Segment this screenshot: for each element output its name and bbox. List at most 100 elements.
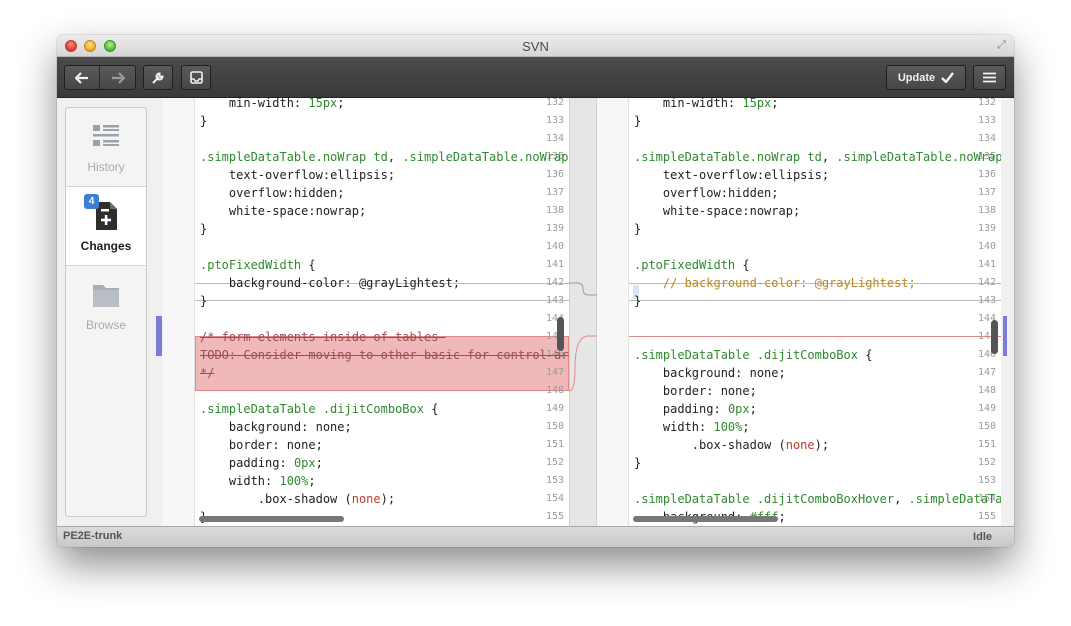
code-token: : bbox=[293, 98, 309, 110]
code-token: : bbox=[720, 186, 728, 200]
code-token: : bbox=[756, 168, 765, 182]
code-token: none bbox=[720, 384, 750, 398]
code-token: .box-shadow bbox=[200, 492, 345, 506]
code-token: } bbox=[200, 294, 208, 308]
code-line: white-space:nowrap; bbox=[634, 202, 800, 220]
sidebar-item-label: History bbox=[87, 160, 125, 174]
back-button[interactable] bbox=[65, 66, 100, 89]
code-token: .simpleDataTable.noWrap t bbox=[836, 150, 1001, 164]
code-token: ; bbox=[344, 420, 352, 434]
settings-button[interactable] bbox=[143, 65, 173, 90]
code-token: overflow bbox=[634, 186, 721, 200]
code-token: : bbox=[308, 204, 316, 218]
code-token: , bbox=[894, 492, 909, 506]
changes-count-badge: 4 bbox=[84, 194, 99, 209]
code-token: ; bbox=[308, 474, 316, 488]
deleted-lines-indicator bbox=[629, 336, 1001, 337]
code-token: , bbox=[821, 150, 837, 164]
code-token: } bbox=[200, 222, 208, 236]
code-line: min-width: 15px; bbox=[200, 98, 345, 112]
code-line: background: none; bbox=[200, 418, 352, 436]
code-token: white-space bbox=[634, 204, 743, 218]
menu-button[interactable] bbox=[973, 65, 1006, 90]
code-token: 15px bbox=[742, 98, 772, 110]
code-token: : bbox=[735, 366, 750, 380]
left-diff-pane[interactable]: 132 133 134 135 136 137 138 139 140 141 142 143 144 1… bbox=[163, 98, 569, 526]
line-number: 141 bbox=[545, 259, 564, 270]
arrow-left-icon bbox=[75, 71, 88, 84]
line-number: 134 bbox=[545, 133, 564, 144]
code-token: .simpleDataTable.noWrap td bbox=[634, 150, 822, 164]
code-token: none bbox=[351, 492, 381, 506]
line-number: 136 bbox=[977, 169, 996, 180]
code-line: } bbox=[634, 112, 641, 130]
code-line: } bbox=[634, 220, 641, 238]
line-number: 147 bbox=[545, 367, 564, 378]
update-group: Update bbox=[886, 65, 966, 90]
code-token: } bbox=[634, 294, 642, 308]
line-number: 132 bbox=[545, 98, 564, 108]
code-token: padding bbox=[200, 456, 280, 470]
code-token: text-overflow bbox=[200, 168, 323, 182]
line-number: 153 bbox=[545, 475, 564, 486]
line-number: 148 bbox=[545, 385, 564, 396]
code-token: 100% bbox=[279, 474, 309, 488]
line-number: 153 bbox=[977, 475, 996, 486]
fullscreen-icon[interactable]: ⤢ bbox=[995, 39, 1008, 52]
code-line: } bbox=[634, 292, 641, 310]
code-token: ; bbox=[337, 98, 345, 110]
line-number: 147 bbox=[977, 367, 996, 378]
code-token: { bbox=[857, 348, 873, 362]
left-horizontal-scrollbar[interactable] bbox=[199, 516, 344, 522]
line-number: 151 bbox=[977, 439, 996, 450]
code-token: // background-color: @grayLightest; bbox=[634, 276, 916, 290]
right-change-marker bbox=[1003, 316, 1007, 356]
code-token: , bbox=[387, 150, 403, 164]
code-line: .ptoFixedWidth { bbox=[634, 256, 750, 274]
sidebar-item-browse[interactable]: Browse bbox=[66, 266, 146, 345]
code-line: text-overflow:ellipsis; bbox=[200, 166, 395, 184]
code-token: ); bbox=[380, 492, 396, 506]
wrench-button-face[interactable] bbox=[144, 66, 172, 89]
code-token: background bbox=[200, 420, 302, 434]
inbox-button[interactable] bbox=[181, 65, 211, 90]
code-token: { bbox=[423, 402, 439, 416]
code-token: : bbox=[344, 276, 359, 290]
code-token: none bbox=[749, 366, 779, 380]
menu-button-face[interactable] bbox=[974, 66, 1005, 89]
code-line: } bbox=[200, 292, 207, 310]
line-number: 142 bbox=[545, 277, 564, 288]
code-token: padding bbox=[634, 402, 714, 416]
line-number: 154 bbox=[545, 493, 564, 504]
right-vertical-scrollbar[interactable] bbox=[991, 320, 998, 354]
sidebar-item-history[interactable]: History bbox=[66, 108, 146, 187]
code-token: hidden bbox=[293, 186, 338, 200]
forward-button[interactable] bbox=[100, 66, 135, 89]
code-token: white-space bbox=[200, 204, 309, 218]
code-token: .simpleDataTable .dijitComboBox bbox=[634, 348, 858, 362]
inbox-button-face[interactable] bbox=[182, 66, 210, 89]
code-token: */ bbox=[200, 366, 215, 380]
update-button[interactable]: Update bbox=[887, 66, 965, 89]
navigation-group bbox=[64, 65, 136, 90]
sidebar: History 4 Changes Browse bbox=[65, 107, 147, 517]
left-vertical-scrollbar[interactable] bbox=[557, 317, 564, 351]
right-diff-pane[interactable]: 132 133 134 135 136 137 138 139 140 141 142 143 144 1… bbox=[597, 98, 1001, 526]
code-token: { bbox=[301, 258, 316, 272]
sidebar-item-changes[interactable]: 4 Changes bbox=[66, 187, 146, 266]
code-token: ; bbox=[778, 366, 786, 380]
code-token: none bbox=[785, 438, 815, 452]
code-token: : bbox=[301, 420, 316, 434]
code-token: ; bbox=[337, 186, 345, 200]
folder-icon bbox=[93, 285, 119, 307]
code-line: .simpleDataTable .dijitComboBox { bbox=[200, 400, 438, 418]
sidebar-item-label: Changes bbox=[80, 239, 132, 253]
code-line: background: none; bbox=[634, 364, 786, 382]
code-line: TODO: Consider moving to other basic for… bbox=[200, 346, 569, 364]
code-line: .box-shadow (none); bbox=[200, 490, 395, 508]
code-token: width bbox=[634, 420, 700, 434]
line-number: 152 bbox=[545, 457, 564, 468]
history-list-icon bbox=[93, 125, 119, 146]
right-horizontal-scrollbar[interactable] bbox=[633, 516, 778, 522]
code-token: ; bbox=[749, 402, 757, 416]
